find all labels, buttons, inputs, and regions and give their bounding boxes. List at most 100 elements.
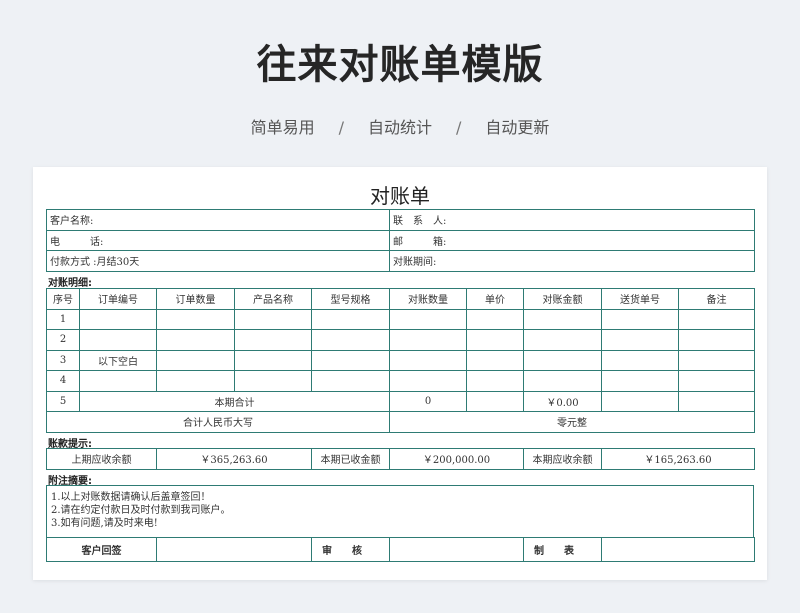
column-header: 订单数量: [156, 288, 235, 310]
subtotal-amount: ￥0.00: [523, 390, 602, 412]
table-cell[interactable]: [234, 370, 312, 392]
table-cell[interactable]: [523, 370, 602, 392]
prepare-field[interactable]: [601, 537, 755, 562]
note-line: 3.如有问题,请及时来电!: [51, 518, 158, 529]
column-header: 订单编号: [79, 288, 157, 310]
customer-name-field[interactable]: 客户名称:: [46, 209, 390, 231]
table-cell[interactable]: [523, 329, 602, 351]
subtitle-item: 简单易用: [250, 118, 315, 137]
current-balance-label: 本期应收余额: [523, 448, 602, 470]
table-cell[interactable]: [234, 329, 312, 351]
column-header: 产品名称: [234, 288, 312, 310]
column-header: 单价: [466, 288, 524, 310]
row-number: 1: [46, 308, 80, 330]
page-title: 往来对账单模版: [256, 42, 544, 88]
table-cell[interactable]: [156, 349, 235, 371]
page-subtitle: 简单易用 / 自动统计 / 自动更新: [0, 114, 800, 138]
received-label: 本期已收金额: [311, 448, 390, 470]
prepare-label: 制 表: [523, 537, 602, 562]
table-cell[interactable]: [389, 329, 467, 351]
table-cell[interactable]: [601, 349, 679, 371]
total-chinese-label: 合计人民币大写: [46, 411, 390, 433]
order-number-cell[interactable]: [79, 370, 157, 392]
column-header: 对账金额: [523, 288, 602, 310]
payment-summary-table: 上期应收余额 ￥365,263.60 本期已收金额 ￥200,000.00 本期…: [46, 448, 755, 470]
subtitle-item: 自动更新: [485, 118, 550, 137]
column-header: 对账数量: [389, 288, 467, 310]
total-chinese-value: 零元整: [389, 411, 755, 433]
prev-balance-label: 上期应收余额: [46, 448, 157, 470]
document-title: 对账单: [370, 184, 430, 208]
table-cell[interactable]: [678, 370, 755, 392]
customer-sign-field[interactable]: [156, 537, 312, 562]
table-cell[interactable]: [601, 329, 679, 351]
table-cell[interactable]: [523, 308, 602, 330]
column-header: 备注: [678, 288, 755, 310]
payment-method-field[interactable]: 付款方式 :月结30天: [46, 250, 390, 272]
table-row: 4: [46, 370, 755, 392]
subtotal-label: 本期合计: [79, 390, 390, 412]
table-cell[interactable]: [678, 329, 755, 351]
table-cell[interactable]: [466, 308, 524, 330]
table-cell[interactable]: [156, 308, 235, 330]
order-number-cell[interactable]: [79, 329, 157, 351]
review-label: 审 核: [311, 537, 390, 562]
table-cell[interactable]: [678, 308, 755, 330]
table-cell[interactable]: [389, 370, 467, 392]
column-header: 型号规格: [311, 288, 390, 310]
table-cell: [601, 390, 679, 412]
table-cell[interactable]: [234, 349, 312, 371]
info-table: 客户名称: 联 系 人: 电 话: 邮 箱: 付款方式 :月结30天 对账期间:: [46, 209, 755, 272]
subtitle-item: 自动统计: [367, 118, 432, 137]
table-cell[interactable]: [466, 370, 524, 392]
table-cell[interactable]: [234, 308, 312, 330]
table-cell: [466, 390, 524, 412]
note-line: 1.以上对账数据请确认后盖章签回！: [51, 492, 211, 503]
received-value: ￥200,000.00: [389, 448, 524, 470]
table-cell[interactable]: [156, 329, 235, 351]
table-cell[interactable]: [466, 349, 524, 371]
detail-header-row: 序号 订单编号 订单数量 产品名称 型号规格 对账数量 单价 对账金额 送货单号…: [46, 288, 755, 310]
current-balance-value: ￥165,263.60: [601, 448, 755, 470]
order-number-cell[interactable]: [79, 308, 157, 330]
review-field[interactable]: [389, 537, 524, 562]
phone-field[interactable]: 电 话:: [46, 229, 390, 251]
table-row: 2: [46, 329, 755, 351]
email-field[interactable]: 邮 箱:: [389, 229, 755, 251]
statement-document: 对账单 客户名称: 联 系 人: 电 话: 邮 箱: 付款方式 :月结30天 对…: [33, 167, 767, 580]
table-row: 1: [46, 308, 755, 330]
table-cell[interactable]: [601, 308, 679, 330]
note-line: 2.请在约定付款日及时付款到我司账户。: [51, 505, 231, 516]
table-cell[interactable]: [311, 329, 390, 351]
table-cell[interactable]: [466, 329, 524, 351]
table-cell[interactable]: [389, 349, 467, 371]
subtotal-row: 5 本期合计 0 ￥0.00: [46, 390, 755, 412]
table-cell[interactable]: [523, 349, 602, 371]
sign-table: 客户回签 审 核 制 表: [46, 537, 755, 562]
column-header: 送货单号: [601, 288, 679, 310]
row-number: 3: [46, 349, 80, 371]
prev-balance-value: ￥365,263.60: [156, 448, 312, 470]
contact-field[interactable]: 联 系 人:: [389, 209, 755, 231]
row-number: 5: [46, 390, 80, 412]
subtitle-separator: /: [456, 118, 462, 137]
table-cell: [678, 390, 755, 412]
detail-table: 序号 订单编号 订单数量 产品名称 型号规格 对账数量 单价 对账金额 送货单号…: [46, 288, 755, 433]
column-header: 序号: [46, 288, 80, 310]
notes-box: 1.以上对账数据请确认后盖章签回！ 2.请在约定付款日及时付款到我司账户。 3.…: [46, 485, 754, 537]
subtitle-separator: /: [338, 118, 344, 137]
row-number: 4: [46, 370, 80, 392]
table-cell[interactable]: [389, 308, 467, 330]
detail-section-label: 对账明细:: [48, 278, 92, 289]
table-cell[interactable]: [311, 308, 390, 330]
table-row: 3 以下空白: [46, 349, 755, 371]
total-chinese-row: 合计人民币大写 零元整: [46, 411, 755, 433]
table-cell[interactable]: [156, 370, 235, 392]
table-cell[interactable]: [311, 370, 390, 392]
order-number-cell[interactable]: 以下空白: [79, 349, 157, 371]
table-cell[interactable]: [311, 349, 390, 371]
period-field[interactable]: 对账期间:: [389, 250, 755, 272]
table-cell[interactable]: [601, 370, 679, 392]
row-number: 2: [46, 329, 80, 351]
table-cell[interactable]: [678, 349, 755, 371]
